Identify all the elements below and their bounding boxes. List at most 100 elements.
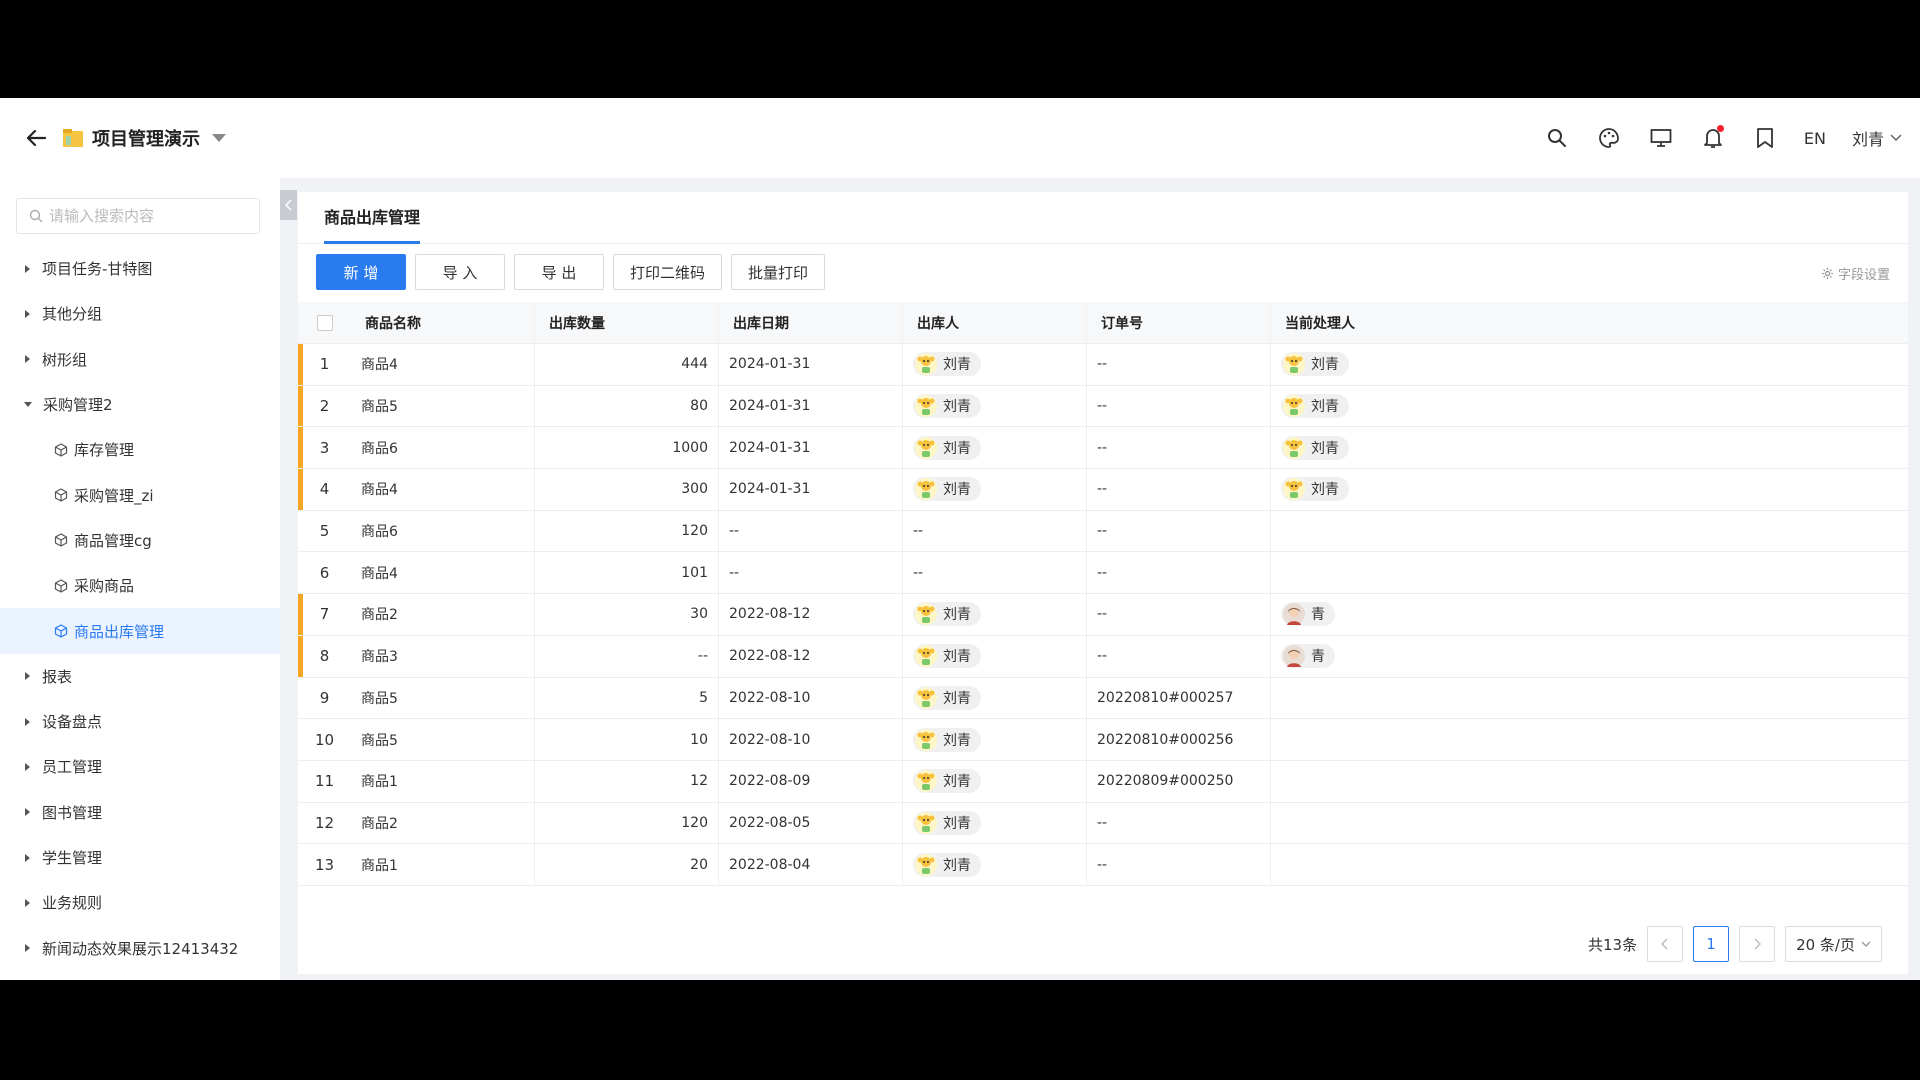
export-button[interactable]: 导 出 — [514, 254, 604, 290]
cell-handler: 刘青 — [1271, 469, 1908, 510]
col-header-order[interactable]: 订单号 — [1087, 302, 1271, 343]
sidebar: 项目任务-甘特图其他分组树形组采购管理2 库存管理采购管理_zi 商品管理cg 采购商… — [0, 178, 280, 980]
table-row[interactable]: 4 商品4 300 2024-01-31 刘青 -- 刘青 — [298, 469, 1908, 511]
table-row[interactable]: 3 商品6 1000 2024-01-31 刘青 -- 刘青 — [298, 427, 1908, 470]
caret-right-icon — [25, 309, 30, 318]
prev-page-button[interactable] — [1647, 926, 1684, 962]
app-header: 项目管理演示 EN 刘青 — [0, 98, 1920, 178]
cell-qty: 12 — [535, 760, 719, 802]
sidebar-item[interactable]: 设备盘点 — [0, 699, 280, 744]
table-row[interactable]: 7 商品2 30 2022-08-12 刘青 -- 青 — [298, 594, 1908, 636]
select-all-checkbox[interactable] — [316, 314, 333, 331]
cell-date: 2022-08-10 — [719, 677, 903, 719]
handler-chip[interactable]: 青 — [1281, 644, 1335, 669]
person-chip[interactable]: 刘青 — [913, 852, 981, 877]
handler-name: 青 — [1311, 607, 1325, 624]
table-row[interactable]: 8 商品3 -- 2022-08-12 刘青 -- 青 — [298, 635, 1908, 678]
person-chip[interactable]: 刘青 — [913, 685, 981, 710]
sidebar-item[interactable]: 学生管理 — [0, 835, 280, 880]
sidebar-item[interactable]: 业务规则 — [0, 880, 280, 925]
handler-chip[interactable]: 刘青 — [1281, 352, 1349, 377]
handler-chip[interactable]: 刘青 — [1281, 477, 1349, 502]
cell-qty: 30 — [535, 594, 719, 635]
handler-chip[interactable]: 刘青 — [1281, 435, 1349, 460]
row-number: 9 — [319, 688, 330, 707]
sidebar-item[interactable]: 项目任务-甘特图 — [0, 246, 280, 291]
search-button[interactable] — [1544, 125, 1570, 151]
table-row[interactable]: 11 商品1 12 2022-08-09 刘青 20220809#000250 — [298, 760, 1908, 803]
table-row[interactable]: 10 商品5 10 2022-08-10 刘青 20220810#000256 — [298, 719, 1908, 761]
table-row[interactable]: 12 商品2 120 2022-08-05 刘青 -- — [298, 802, 1908, 845]
back-button[interactable] — [22, 124, 50, 152]
table-row[interactable]: 5 商品6 120 -- -- -- — [298, 510, 1908, 553]
sidebar-item[interactable]: 商品出库管理 — [0, 608, 280, 654]
sidebar-item[interactable]: 其他分组 — [0, 291, 280, 336]
sidebar-item[interactable]: 图书管理 — [0, 790, 280, 835]
project-switcher[interactable]: 项目管理演示 — [62, 122, 226, 154]
sidebar-item-label: 学生管理 — [42, 849, 103, 867]
table-row[interactable]: 2 商品5 80 2024-01-31 刘青 -- 刘青 — [298, 385, 1908, 428]
col-header-name[interactable]: 商品名称 — [351, 302, 535, 343]
person-chip[interactable]: 刘青 — [913, 602, 981, 627]
notification-button[interactable] — [1700, 125, 1726, 151]
page-size-select[interactable]: 20 条/页 — [1785, 926, 1882, 962]
sidebar-item-label: 报表 — [42, 667, 73, 686]
cell-person: -- — [903, 552, 1087, 594]
table-row[interactable]: 13 商品1 20 2022-08-04 刘青 -- — [298, 844, 1908, 886]
table-row[interactable]: 9 商品5 5 2022-08-10 刘青 20220810#000257 — [298, 677, 1908, 720]
theme-button[interactable] — [1596, 125, 1622, 151]
bookmark-button[interactable] — [1752, 125, 1778, 151]
sidebar-item[interactable]: 采购商品 — [0, 563, 280, 608]
person-chip[interactable]: 刘青 — [913, 727, 981, 752]
caret-down-icon — [24, 402, 32, 408]
sidebar-item[interactable]: 报表 — [0, 654, 280, 699]
col-header-date[interactable]: 出库日期 — [719, 302, 903, 343]
sidebar-item[interactable]: 采购管理2 — [0, 382, 280, 427]
sidebar-item[interactable]: 新闻动态效果展示12413432 — [0, 925, 280, 970]
cell-name: 商品2 — [351, 594, 535, 635]
monitor-button[interactable] — [1648, 125, 1674, 151]
sidebar-item[interactable]: 员工管理 — [0, 744, 280, 789]
add-button[interactable]: 新 增 — [316, 254, 406, 290]
col-header-handler[interactable]: 当前处理人 — [1271, 302, 1908, 343]
sidebar-item-label: 采购管理_zi — [74, 486, 154, 505]
sidebar-item-label: 库存管理 — [74, 441, 135, 460]
sidebar-item[interactable]: 树形组 — [0, 337, 280, 382]
next-page-button[interactable] — [1739, 926, 1776, 962]
person-chip[interactable]: 刘青 — [913, 435, 981, 460]
user-menu[interactable]: 刘青 — [1852, 126, 1902, 150]
col-header-person[interactable]: 出库人 — [903, 302, 1087, 343]
handler-name: 青 — [1311, 649, 1325, 666]
person-chip[interactable]: 刘青 — [913, 810, 981, 835]
cell-order: 20220810#000256 — [1087, 719, 1271, 760]
table-row[interactable]: 1 商品4 444 2024-01-31 刘青 -- 刘青 — [298, 344, 1908, 386]
caret-down-icon — [212, 134, 226, 142]
sidebar-item[interactable]: 库存管理 — [0, 427, 280, 472]
col-header-qty[interactable]: 出库数量 — [535, 302, 719, 343]
field-settings-button[interactable]: 字段设置 — [1821, 264, 1890, 283]
print-qrcode-button[interactable]: 打印二维码 — [613, 254, 723, 290]
language-switch[interactable]: EN — [1804, 129, 1826, 148]
table-row[interactable]: 6 商品4 101 -- -- -- — [298, 552, 1908, 595]
page-number-button[interactable]: 1 — [1693, 926, 1730, 962]
import-button[interactable]: 导 入 — [415, 254, 505, 290]
person-chip[interactable]: 刘青 — [913, 644, 981, 669]
sidebar-search-input[interactable] — [49, 207, 249, 225]
chevron-right-icon — [1754, 938, 1762, 950]
sidebar-item[interactable]: 商品管理cg — [0, 518, 280, 563]
person-chip[interactable]: 刘青 — [913, 352, 981, 377]
handler-chip[interactable]: 刘青 — [1281, 394, 1349, 419]
avatar — [915, 811, 937, 834]
person-chip[interactable]: 刘青 — [913, 477, 981, 502]
cell-person: 刘青 — [903, 385, 1087, 427]
sidebar-collapse-button[interactable] — [280, 190, 297, 220]
batch-print-button[interactable]: 批量打印 — [731, 254, 826, 290]
tab-outbound-management[interactable]: 商品出库管理 — [324, 192, 420, 244]
cell-handler: 刘青 — [1271, 344, 1908, 385]
person-chip[interactable]: 刘青 — [913, 394, 981, 419]
person-chip[interactable]: 刘青 — [913, 769, 981, 794]
handler-chip[interactable]: 青 — [1281, 602, 1335, 627]
sidebar-item[interactable]: 采购管理_zi — [0, 472, 280, 517]
cell-date: 2024-01-31 — [719, 427, 903, 469]
field-settings-label: 字段设置 — [1837, 268, 1890, 283]
